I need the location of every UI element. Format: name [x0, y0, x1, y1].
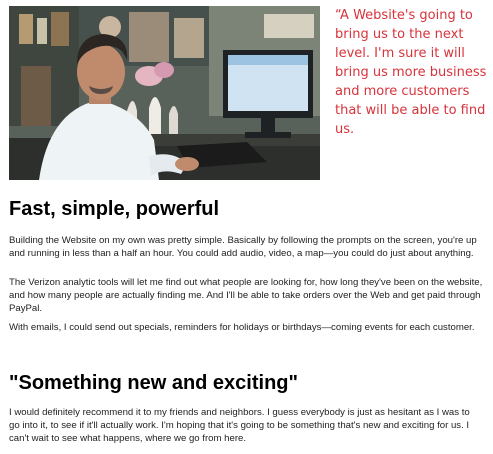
body-paragraph: With emails, I could send out specials, …	[9, 322, 475, 333]
body-paragraph: The Verizon analytic tools will let me f…	[9, 277, 483, 314]
customer-photo-illustration	[9, 6, 320, 180]
testimonial-quote: “A Website's going to bring us to the ne…	[335, 8, 487, 137]
section-heading-something-new: "Something new and exciting"	[9, 372, 298, 394]
body-paragraph: Building the Website on my own was prett…	[9, 235, 477, 259]
section-heading-fast-simple-powerful: Fast, simple, powerful	[9, 198, 220, 220]
customer-photo	[9, 6, 320, 180]
body-paragraph: I would definitely recommend it to my fr…	[9, 407, 470, 444]
